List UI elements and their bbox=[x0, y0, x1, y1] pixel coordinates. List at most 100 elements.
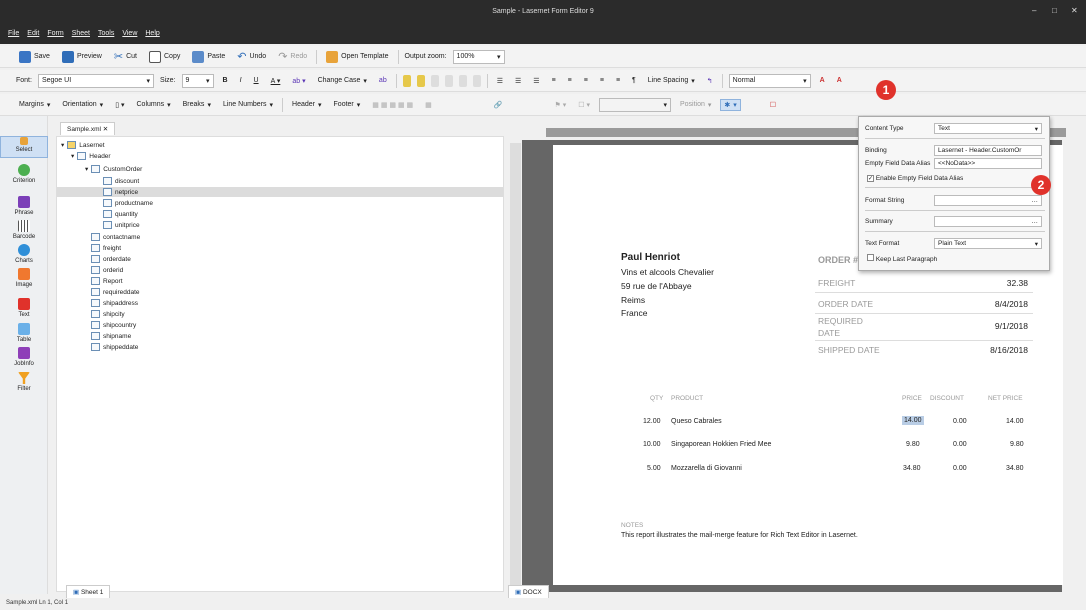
ellipsis-icon[interactable]: … bbox=[1032, 197, 1039, 204]
address-line[interactable]: 59 rue de l'Abbaye bbox=[621, 281, 692, 291]
redo-button[interactable]: ↷ Redo bbox=[275, 49, 310, 64]
line-spacing-button[interactable]: Line Spacing ▾ bbox=[645, 76, 698, 86]
page-size-icon[interactable]: ▯ ▾ bbox=[112, 100, 127, 110]
tool-select[interactable]: Select bbox=[0, 136, 48, 158]
tool-jobinfo[interactable]: JobInfo bbox=[0, 347, 48, 367]
tree-node[interactable]: Report bbox=[91, 277, 123, 285]
field-icon[interactable]: ☐ ▾ bbox=[575, 100, 593, 110]
tool-filter[interactable]: Filter bbox=[0, 372, 48, 392]
tree-node[interactable]: shipcity bbox=[91, 310, 125, 318]
menu-form[interactable]: Form bbox=[47, 30, 63, 37]
footer-button[interactable]: Footer ▾ bbox=[331, 100, 364, 110]
justify-icon[interactable]: ≡ bbox=[613, 76, 623, 85]
row-price[interactable]: 34.80 bbox=[903, 465, 921, 472]
shrink-font-icon[interactable]: A bbox=[834, 76, 845, 85]
address-line[interactable]: Reims bbox=[621, 295, 645, 305]
row-product[interactable]: Singaporean Hokkien Fried Mee bbox=[671, 441, 771, 448]
menu-edit[interactable]: Edit bbox=[27, 30, 39, 37]
row-discount[interactable]: 0.00 bbox=[953, 441, 967, 448]
paragraph-icon[interactable] bbox=[402, 74, 411, 87]
bullets-icon[interactable]: ☰ bbox=[494, 76, 506, 86]
tree-node[interactable]: ▾ Header bbox=[71, 152, 111, 160]
italic-button[interactable]: I bbox=[237, 76, 245, 85]
undo-button[interactable]: ↶ Undo bbox=[234, 49, 269, 64]
table-tools-icon[interactable]: ▦ ▦ ▦ ▦ ▦ bbox=[369, 100, 416, 110]
tool-phrase[interactable]: Phrase bbox=[0, 196, 48, 216]
customer-name[interactable]: Paul Henriot bbox=[621, 252, 680, 263]
tool-barcode[interactable]: Barcode bbox=[0, 220, 48, 240]
tree-node-selected[interactable]: netprice bbox=[57, 187, 503, 197]
tree-node[interactable]: requireddate bbox=[91, 288, 140, 296]
field-properties-button[interactable]: ✱ ▾ bbox=[720, 98, 741, 111]
row-qty[interactable]: 5.00 bbox=[647, 465, 661, 472]
row-product[interactable]: Queso Cabrales bbox=[671, 418, 722, 425]
tree-node[interactable]: productname bbox=[103, 199, 153, 207]
row-net-price[interactable]: 14.00 bbox=[1006, 418, 1024, 425]
table-icon[interactable]: ▦ bbox=[422, 100, 435, 110]
preview-button[interactable]: Preview bbox=[59, 50, 105, 64]
menu-file[interactable]: File bbox=[8, 30, 19, 37]
tree-node[interactable]: discount bbox=[103, 177, 139, 185]
maximize-icon[interactable]: □ bbox=[1052, 6, 1057, 15]
tab-sample-xml[interactable]: Sample.xml ✕ bbox=[60, 122, 116, 135]
open-template-button[interactable]: Open Template bbox=[323, 50, 391, 64]
list-icon[interactable] bbox=[444, 74, 453, 87]
bold-button[interactable]: B bbox=[220, 76, 231, 85]
paste-button[interactable]: Paste bbox=[189, 50, 228, 64]
highlight-button[interactable]: ab ▾ bbox=[289, 76, 308, 86]
header-button[interactable]: Header ▾ bbox=[289, 100, 324, 110]
tab-docx[interactable]: ▣ DOCX bbox=[508, 585, 549, 598]
tree-node[interactable]: ▾ CustomOrder bbox=[85, 165, 142, 173]
menu-sheet[interactable]: Sheet bbox=[72, 30, 90, 37]
address-line[interactable]: France bbox=[621, 308, 647, 318]
row-net-price[interactable]: 34.80 bbox=[1006, 465, 1024, 472]
field-select[interactable]: ▾ bbox=[598, 97, 671, 112]
tool-criterion[interactable]: Criterion bbox=[0, 164, 48, 184]
tree-node[interactable]: shippeddate bbox=[91, 343, 138, 351]
ellipsis-icon[interactable]: … bbox=[1032, 218, 1039, 225]
bookmark-icon[interactable]: ⚑ ▾ bbox=[551, 100, 569, 110]
menu-view[interactable]: View bbox=[122, 30, 137, 37]
menu-help[interactable]: Help bbox=[145, 30, 159, 37]
tree-node[interactable]: shipname bbox=[91, 332, 131, 340]
delete-field-icon[interactable]: ☐ bbox=[767, 100, 779, 110]
link-icon[interactable]: 🔗 bbox=[491, 100, 506, 110]
margins-button[interactable]: Margins ▾ bbox=[16, 100, 53, 110]
list-icon[interactable] bbox=[472, 74, 481, 87]
tree-node[interactable]: contactname bbox=[91, 233, 140, 241]
row-price-selected[interactable]: 14.00 bbox=[902, 416, 924, 425]
row-qty[interactable]: 10.00 bbox=[643, 441, 661, 448]
tree-node[interactable]: shipcountry bbox=[91, 321, 136, 329]
minimize-icon[interactable]: – bbox=[1032, 6, 1036, 15]
zoom-select[interactable]: 100% ▾ bbox=[452, 49, 505, 64]
tab-sheet-1[interactable]: ▣ Sheet 1 bbox=[66, 585, 111, 598]
tree-node[interactable]: orderdate bbox=[91, 255, 131, 263]
row-product[interactable]: Mozzarella di Giovanni bbox=[671, 465, 742, 472]
tree-node[interactable]: orderid bbox=[91, 266, 123, 274]
tool-table[interactable]: Table bbox=[0, 323, 48, 343]
align-left-icon[interactable]: ≡ bbox=[549, 76, 559, 85]
underline-button[interactable]: U bbox=[251, 76, 262, 85]
align-right-icon[interactable]: ≡ bbox=[581, 76, 591, 85]
menu-tools[interactable]: Tools bbox=[98, 30, 114, 37]
justify-icon[interactable]: ≡ bbox=[597, 76, 607, 85]
format-string-input[interactable]: … bbox=[934, 195, 1042, 206]
paragraph-icon[interactable] bbox=[416, 74, 425, 87]
tree-node[interactable]: unitprice bbox=[103, 221, 140, 229]
font-color-button[interactable]: A ▾ bbox=[268, 76, 284, 86]
copy-button[interactable]: Copy bbox=[146, 50, 183, 64]
style-icon[interactable]: ↰ bbox=[704, 76, 716, 86]
row-discount[interactable]: 0.00 bbox=[953, 418, 967, 425]
align-center-icon[interactable]: ≡ bbox=[565, 76, 575, 85]
text-format-select[interactable]: Plain Text ▾ bbox=[934, 238, 1042, 249]
tree-node[interactable]: shipaddress bbox=[91, 299, 138, 307]
size-select[interactable]: 9 ▾ bbox=[181, 73, 214, 88]
field-value[interactable]: 9/1/2018 bbox=[975, 321, 1028, 331]
breaks-button[interactable]: Breaks ▾ bbox=[180, 100, 214, 110]
row-qty[interactable]: 12.00 bbox=[643, 418, 661, 425]
cut-button[interactable]: ✂ Cut bbox=[111, 49, 140, 64]
save-button[interactable]: Save bbox=[16, 50, 53, 64]
pilcrow-icon[interactable]: ¶ bbox=[629, 76, 639, 85]
tool-text[interactable]: Text bbox=[0, 298, 48, 318]
row-net-price[interactable]: 9.80 bbox=[1010, 441, 1024, 448]
